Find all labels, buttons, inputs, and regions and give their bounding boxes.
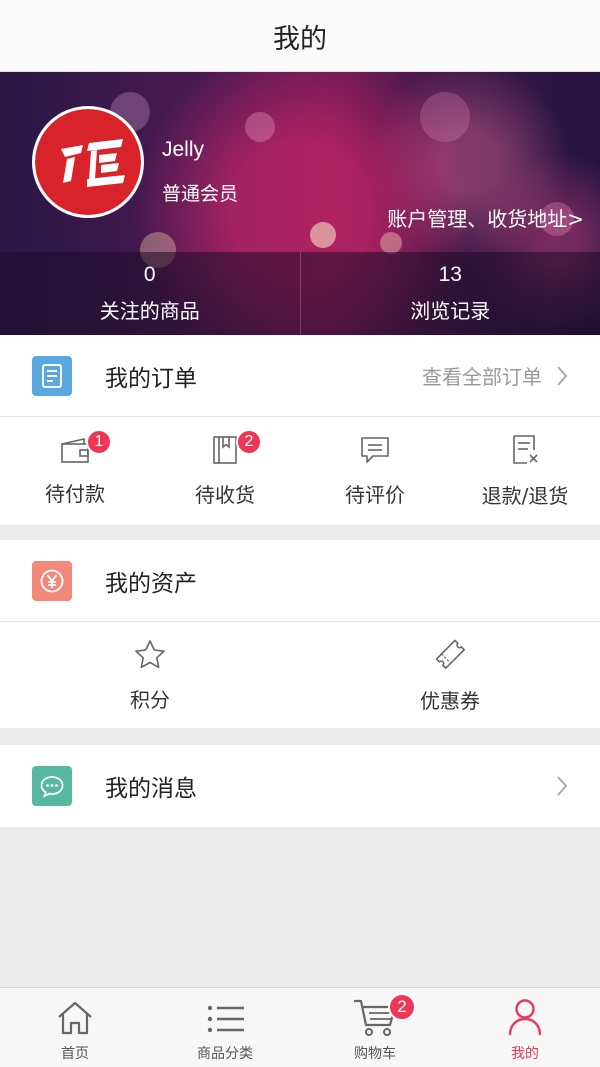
order-status-label: 退款/退货: [481, 483, 569, 508]
tab-label: 首页: [61, 1046, 89, 1062]
messages-row[interactable]: 我的消息: [0, 745, 600, 827]
order-pending-receipt[interactable]: 2 待收货: [150, 417, 300, 525]
brand-logo-icon: [61, 139, 125, 187]
asset-points[interactable]: 积分: [0, 622, 300, 728]
messages-card: 我的消息: [0, 745, 600, 827]
assets-title: 我的资产: [105, 570, 197, 597]
order-refund[interactable]: 退款/退货: [450, 417, 600, 525]
user-name: Jelly: [162, 138, 205, 161]
refund-icon: [513, 434, 538, 464]
nav-bar: 我的: [0, 0, 600, 72]
stat-label: 关注的商品: [99, 299, 200, 323]
bokeh-light: [310, 222, 336, 248]
tab-bar: 首页 商品分类 2 购物车 我的: [0, 987, 600, 1067]
profile-stats: 0 关注的商品 13 浏览记录: [0, 252, 600, 335]
page-title: 我的: [273, 24, 327, 55]
stat-label: 浏览记录: [410, 299, 491, 323]
yen-icon: [32, 560, 72, 601]
tab-categories[interactable]: 商品分类: [150, 988, 300, 1067]
orders-card: 我的订单 查看全部订单 1 待付款 2 待收货 待评价 退款/退货: [0, 335, 600, 525]
order-status-label: 待付款: [45, 481, 105, 506]
stat-browse-history[interactable]: 13 浏览记录: [299, 252, 600, 335]
order-status-grid: 1 待付款 2 待收货 待评价 退款/退货: [0, 417, 600, 525]
view-all-orders-label: 查看全部订单: [422, 365, 542, 389]
bokeh-light: [420, 92, 470, 142]
tab-label: 我的: [511, 1046, 539, 1062]
order-pending-review[interactable]: 待评价: [300, 417, 450, 525]
stat-followed-products[interactable]: 0 关注的商品: [0, 252, 300, 335]
bokeh-light: [380, 232, 402, 254]
orders-header[interactable]: 我的订单 查看全部订单: [0, 335, 600, 417]
asset-coupons[interactable]: 优惠券: [300, 622, 600, 728]
assets-header[interactable]: 我的资产: [0, 540, 600, 622]
avatar[interactable]: [32, 106, 144, 218]
stat-value: 0: [143, 263, 156, 286]
tab-label: 购物车: [354, 1046, 396, 1062]
order-list-icon: [32, 355, 72, 396]
chat-icon: [32, 766, 72, 806]
messages-title: 我的消息: [105, 776, 197, 802]
order-pending-payment[interactable]: 1 待付款: [0, 417, 150, 525]
chevron-right-icon: [557, 365, 568, 386]
assets-card: 我的资产 积分 优惠券: [0, 540, 600, 728]
star-icon: [135, 639, 165, 668]
tab-cart[interactable]: 2 购物车: [300, 988, 450, 1067]
tab-mine[interactable]: 我的: [450, 988, 600, 1067]
tab-home[interactable]: 首页: [0, 988, 150, 1067]
stat-value: 13: [438, 263, 462, 286]
order-status-label: 待收货: [195, 482, 255, 507]
order-badge: 2: [236, 429, 262, 455]
order-status-label: 待评价: [345, 482, 405, 507]
view-all-orders[interactable]: 查看全部订单: [422, 361, 568, 390]
profile-banner: Jelly 普通会员 账户管理、收货地址> 0 关注的商品 13 浏览记录: [0, 72, 600, 335]
list-icon: [207, 1005, 244, 1033]
asset-label: 积分: [130, 687, 170, 712]
chevron-right-icon: [557, 776, 568, 796]
bokeh-light: [245, 112, 275, 142]
tab-label: 商品分类: [197, 1046, 253, 1062]
user-icon: [508, 999, 542, 1036]
book-icon: [213, 435, 237, 464]
order-badge: 1: [86, 429, 112, 455]
member-level: 普通会员: [162, 183, 239, 205]
home-icon: [58, 1001, 92, 1035]
orders-title: 我的订单: [105, 365, 197, 392]
ticket-icon: [435, 638, 466, 669]
assets-grid: 积分 优惠券: [0, 622, 600, 728]
asset-label: 优惠券: [420, 688, 480, 713]
account-management-link[interactable]: 账户管理、收货地址>: [387, 203, 584, 232]
cart-badge: 2: [388, 993, 416, 1021]
comment-icon: [361, 436, 389, 463]
